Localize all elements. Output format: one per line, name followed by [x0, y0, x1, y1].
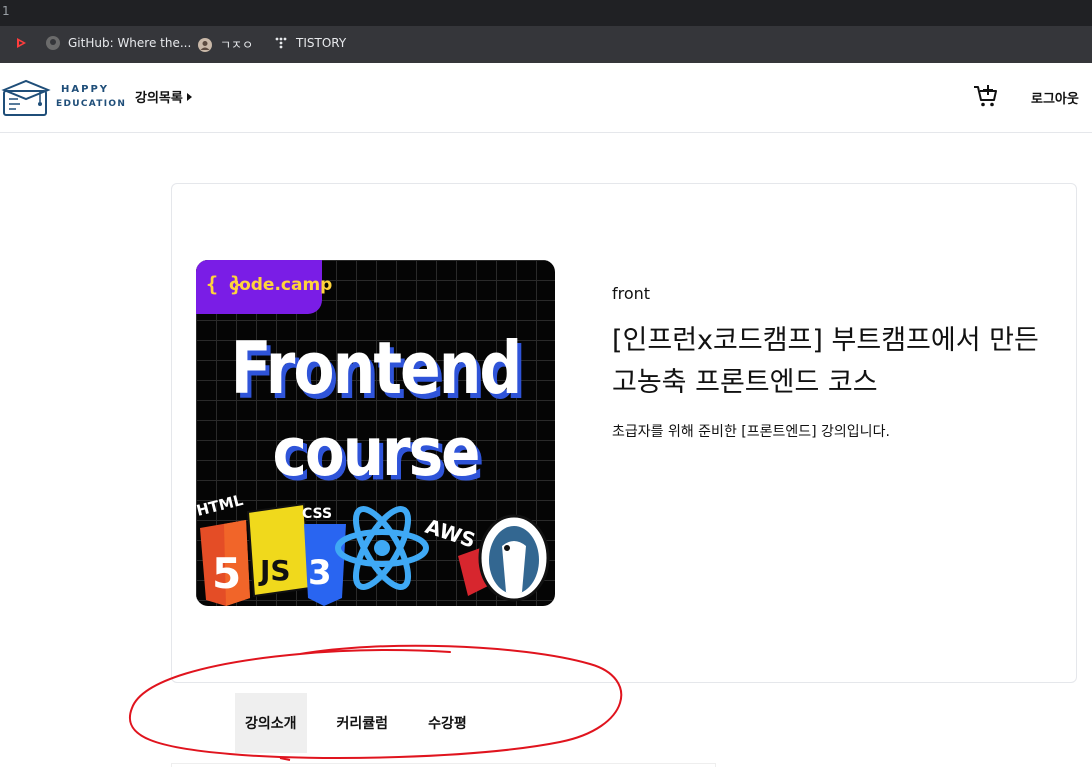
bookmark-label: ㄱㅈㅇ	[220, 38, 254, 52]
bookmark-github[interactable]: GitHub: Where the...	[46, 36, 191, 50]
bookmark-tistory[interactable]: TISTORY	[274, 36, 346, 50]
codecamp-brand: code.camp	[229, 275, 333, 295]
logout-button[interactable]: 로그아웃	[1031, 88, 1079, 107]
tech-logos-illustration: HTML 5 JS CSS 3 AWS	[196, 491, 550, 606]
postgresql-logo-icon	[478, 514, 550, 602]
thumbnail-title-line2: course	[272, 412, 481, 492]
svg-text:AWS: AWS	[422, 514, 478, 553]
react-logo-icon	[335, 506, 429, 590]
bookmark-label: TISTORY	[296, 36, 347, 50]
content-panel-edge	[171, 763, 716, 767]
caret-right-icon	[186, 92, 192, 101]
course-title: [인프런x코드캠프] 부트캠프에서 만든 고농축 프론트엔드 코스	[612, 325, 1039, 398]
logo-text-bottom: EDUCATION	[56, 99, 127, 109]
bookmark-youtube[interactable]	[14, 36, 28, 50]
svg-text:3: 3	[308, 553, 332, 593]
bookmark-label: GitHub: Where the...	[68, 36, 192, 50]
svg-text:JS: JS	[258, 554, 291, 587]
javascript-logo-icon: JS	[246, 502, 312, 598]
site-header: HAPPY EDUCATION 강의목록 로그아웃	[0, 63, 1092, 133]
tab-reviews[interactable]: 수강평	[418, 693, 477, 753]
tab-curriculum[interactable]: 커리큘럼	[327, 693, 399, 753]
graduation-cap-icon	[1, 79, 51, 116]
happy-education-logo[interactable]: HAPPY EDUCATION	[0, 78, 125, 118]
svg-text:CSS: CSS	[302, 506, 332, 522]
avatar-icon	[198, 37, 212, 52]
github-icon	[46, 36, 60, 50]
codecamp-badge: { } code.camp	[196, 260, 332, 314]
tab-label: 수강평	[428, 716, 467, 732]
html5-logo-icon: HTML 5	[196, 491, 250, 606]
browser-tab-strip: 1	[0, 0, 1092, 26]
tab-index: 1	[2, 4, 10, 18]
tab-label: 커리큘럼	[336, 716, 389, 732]
bookmark-user[interactable]: ㄱㅈㅇ	[198, 36, 253, 53]
course-list-label: 강의목록	[135, 91, 183, 106]
tab-label: 강의소개	[245, 716, 297, 732]
course-tabs: 강의소개 커리큘럼 수강평	[235, 693, 497, 753]
svg-text:HTML: HTML	[196, 491, 245, 520]
course-thumbnail: { } code.camp Frontend course HTML 5 JS …	[196, 260, 555, 606]
red-play-icon	[17, 38, 26, 48]
tistory-icon	[275, 37, 287, 49]
course-description: 초급자를 위해 준비한 [프론트엔드] 강의입니다.	[612, 424, 890, 440]
svg-text:5: 5	[212, 549, 241, 598]
cart-icon[interactable]	[973, 83, 999, 109]
bookmarks-bar: GitHub: Where the... ㄱㅈㅇ TISTORY	[0, 26, 1092, 63]
logo-text-top: HAPPY	[61, 84, 110, 95]
tab-introduction[interactable]: 강의소개	[235, 693, 307, 753]
course-category: front	[612, 284, 651, 303]
thumbnail-title-line1: Frontend	[230, 327, 523, 411]
course-list-menu[interactable]: 강의목록	[135, 87, 192, 106]
